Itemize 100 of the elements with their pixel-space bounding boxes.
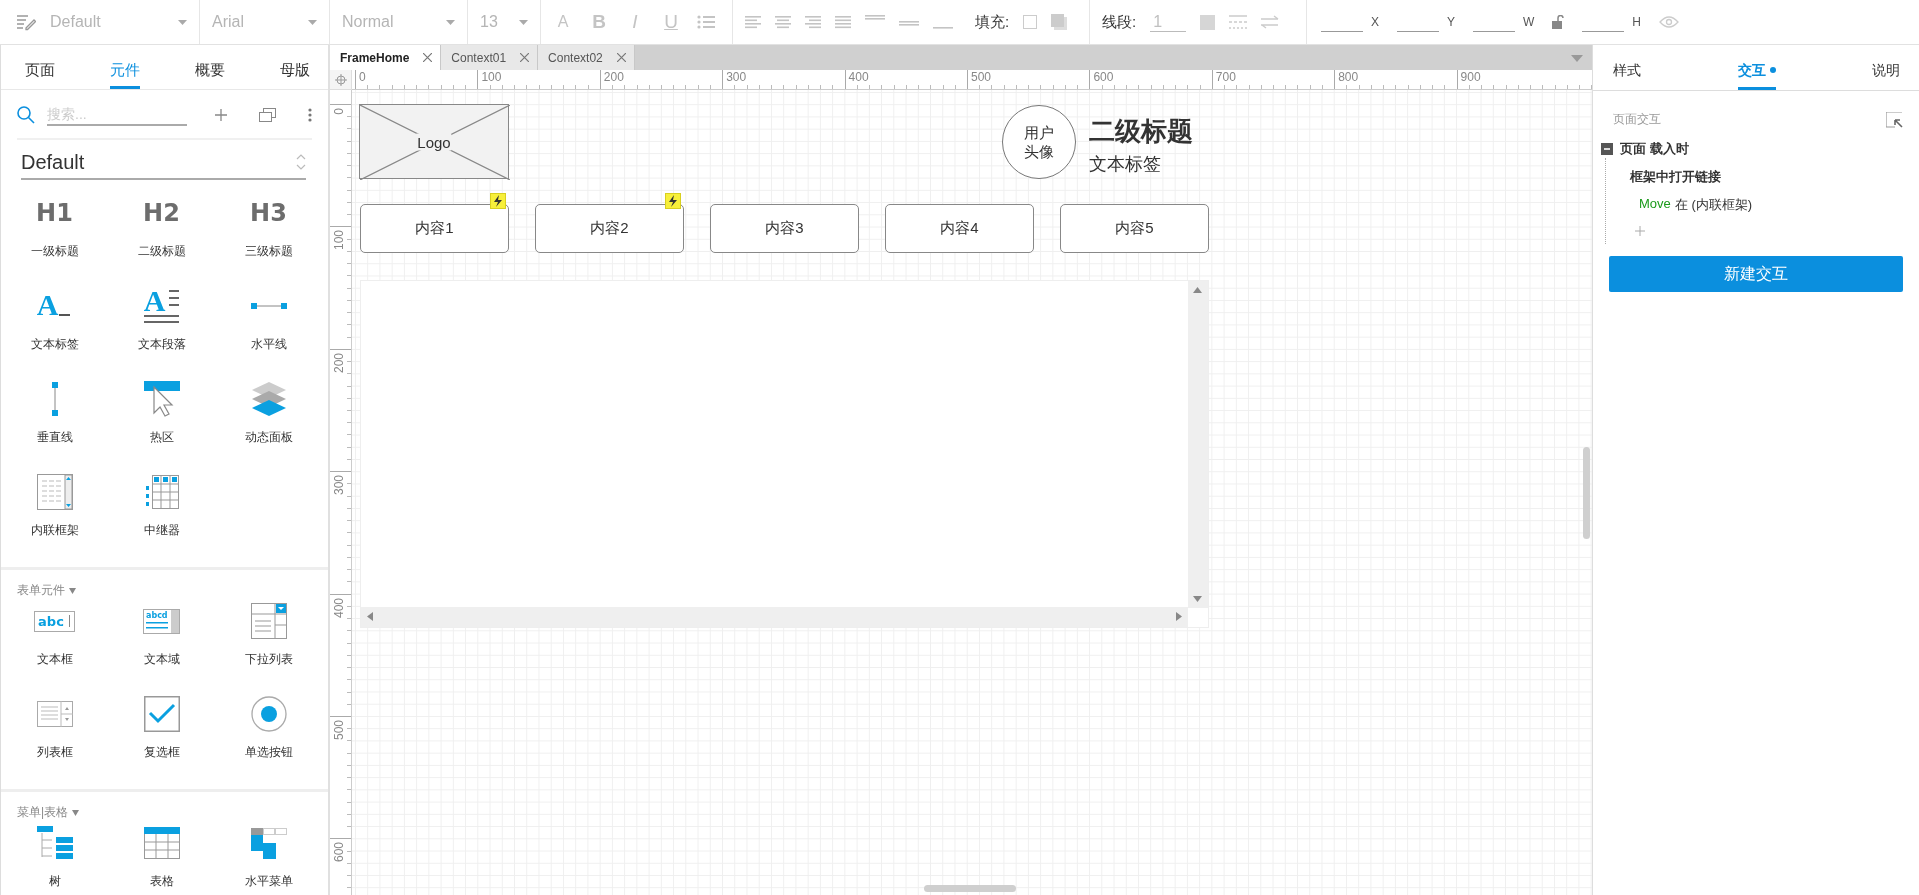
widget-label[interactable]: 文本段落 xyxy=(137,336,186,353)
document-tab[interactable]: FrameHome xyxy=(330,45,442,70)
widget-label[interactable]: 复选框 xyxy=(143,744,180,761)
document-tab[interactable]: Context01 xyxy=(441,45,539,70)
ruler-label: 300 xyxy=(722,70,747,89)
arrow-style-icon[interactable] xyxy=(1261,15,1280,29)
action-name[interactable]: Move xyxy=(1639,196,1671,214)
list-box-icon xyxy=(36,701,73,727)
widget-label[interactable]: 垂直线 xyxy=(36,429,73,446)
close-icon[interactable] xyxy=(423,53,433,62)
close-icon[interactable] xyxy=(520,53,530,62)
widget-label[interactable]: 文本标签 xyxy=(30,336,79,353)
ruler-label: 200 xyxy=(599,70,624,89)
widget-label[interactable]: 文本域 xyxy=(143,651,180,668)
ruler-label: 400 xyxy=(332,597,346,618)
scroll-thumb[interactable] xyxy=(1583,447,1590,539)
align-left-icon[interactable] xyxy=(745,15,761,29)
lightning-icon[interactable] xyxy=(490,193,506,209)
widget-label[interactable]: 表格 xyxy=(149,873,174,890)
widget-label[interactable]: 文本框 xyxy=(36,651,73,668)
panel-tab[interactable]: 样式 xyxy=(1613,45,1641,90)
design-canvas[interactable]: Logo 用户头像 二级标题 文本标签 内容1 内容2 内容3 内容4 内容5 xyxy=(352,90,1592,895)
fill-color-icon[interactable] xyxy=(1023,15,1038,29)
scroll-right-icon[interactable] xyxy=(1176,612,1182,621)
widget-label[interactable]: 列表框 xyxy=(36,744,73,761)
content-button[interactable]: 内容4 xyxy=(885,204,1034,253)
widget-label[interactable]: 水平线 xyxy=(250,336,287,353)
ruler-label: 500 xyxy=(332,720,346,741)
image-placeholder[interactable]: Logo xyxy=(359,104,509,179)
widget-label[interactable]: 水平菜单 xyxy=(244,873,293,890)
panel-tab[interactable]: 说明 xyxy=(1872,45,1900,90)
close-icon[interactable] xyxy=(616,53,626,62)
heading-icon: H2 xyxy=(143,199,180,227)
dropdown-arrow-icon[interactable] xyxy=(1571,55,1583,62)
new-interaction-button[interactable]: 新建交互 xyxy=(1609,256,1903,292)
table-icon xyxy=(143,827,180,859)
caret-icon[interactable] xyxy=(69,587,76,594)
scrollbar[interactable] xyxy=(361,607,1188,627)
hotspot-icon xyxy=(143,381,180,417)
tree-icon xyxy=(36,826,73,860)
caret-icon xyxy=(519,19,528,25)
ruler-label: 200 xyxy=(332,352,346,373)
widget-label[interactable]: 树 xyxy=(48,873,61,890)
vertical-line-icon xyxy=(50,382,59,416)
document-tab[interactable]: Context02 xyxy=(538,45,635,70)
lock-icon[interactable] xyxy=(1552,15,1565,29)
windows-icon[interactable] xyxy=(259,108,276,122)
content-button[interactable]: 内容1 xyxy=(360,204,509,253)
collapse-box-icon[interactable] xyxy=(1601,143,1613,155)
collapse-icon[interactable] xyxy=(1886,111,1903,128)
widget-label[interactable]: 下拉列表 xyxy=(244,651,293,668)
content-button[interactable]: 内容2 xyxy=(535,204,684,253)
scrollbar[interactable] xyxy=(1188,281,1208,608)
radio-button-icon xyxy=(250,696,287,732)
justify-icon[interactable] xyxy=(835,15,851,29)
panel-tab[interactable]: 页面 xyxy=(25,45,55,89)
section-title[interactable]: 表单元件 xyxy=(17,582,65,599)
align-right-icon[interactable] xyxy=(805,15,821,29)
heading-text[interactable]: 二级标题 xyxy=(1089,114,1193,149)
ruler-label: 100 xyxy=(477,70,502,89)
scroll-thumb[interactable] xyxy=(924,885,1016,892)
list-icon[interactable] xyxy=(697,15,715,29)
line-color-icon[interactable] xyxy=(1200,14,1216,30)
widget-label[interactable]: 内联框架 xyxy=(30,522,79,539)
library-dropdown[interactable]: Default xyxy=(21,146,306,180)
scroll-down-icon[interactable] xyxy=(1193,596,1202,602)
caret-icon[interactable] xyxy=(72,809,80,816)
widget-label[interactable]: 热区 xyxy=(149,429,174,446)
avatar-circle[interactable]: 用户头像 xyxy=(1002,105,1076,179)
coordinate-label: W xyxy=(1523,15,1535,29)
lightning-icon[interactable] xyxy=(665,193,681,209)
scroll-left-icon[interactable] xyxy=(367,612,373,621)
ruler-label: 300 xyxy=(332,475,346,496)
line-pattern-icon[interactable] xyxy=(1229,15,1248,29)
widget-label[interactable]: 三级标题 xyxy=(244,243,293,260)
widget-label[interactable]: 中继器 xyxy=(143,522,180,539)
panel-tab[interactable]: 概要 xyxy=(195,45,225,89)
panel-tab[interactable]: 交互 xyxy=(1737,45,1776,90)
more-icon[interactable] xyxy=(308,108,312,122)
scroll-up-icon[interactable] xyxy=(1193,287,1202,293)
add-icon[interactable] xyxy=(215,109,227,121)
crosshair-icon[interactable] xyxy=(334,73,347,86)
text-box-icon: abc xyxy=(34,610,75,632)
content-button[interactable]: 内容5 xyxy=(1060,204,1209,253)
eye-icon[interactable] xyxy=(1659,16,1680,28)
text-label[interactable]: 文本标签 xyxy=(1089,152,1161,176)
panel-tab[interactable]: 母版 xyxy=(280,45,310,89)
widget-label[interactable]: 一级标题 xyxy=(30,243,79,260)
shadow-icon[interactable] xyxy=(1051,14,1068,30)
widget-label[interactable]: 动态面板 xyxy=(244,429,293,446)
case-title[interactable]: 框架中打开链接 xyxy=(1606,162,1919,186)
widget-label[interactable]: 二级标题 xyxy=(137,243,186,260)
align-center-icon[interactable] xyxy=(775,15,791,29)
content-button[interactable]: 内容3 xyxy=(710,204,859,253)
widget-label[interactable]: 单选按钮 xyxy=(244,744,293,761)
add-icon[interactable] xyxy=(1635,226,1645,236)
panel-tab[interactable]: 元件 xyxy=(110,45,140,89)
action-target[interactable]: 在 (内联框架) xyxy=(1674,196,1753,214)
event-title[interactable]: 页面 载入时 xyxy=(1620,140,1689,158)
section-title[interactable]: 菜单|表格 xyxy=(17,804,69,821)
